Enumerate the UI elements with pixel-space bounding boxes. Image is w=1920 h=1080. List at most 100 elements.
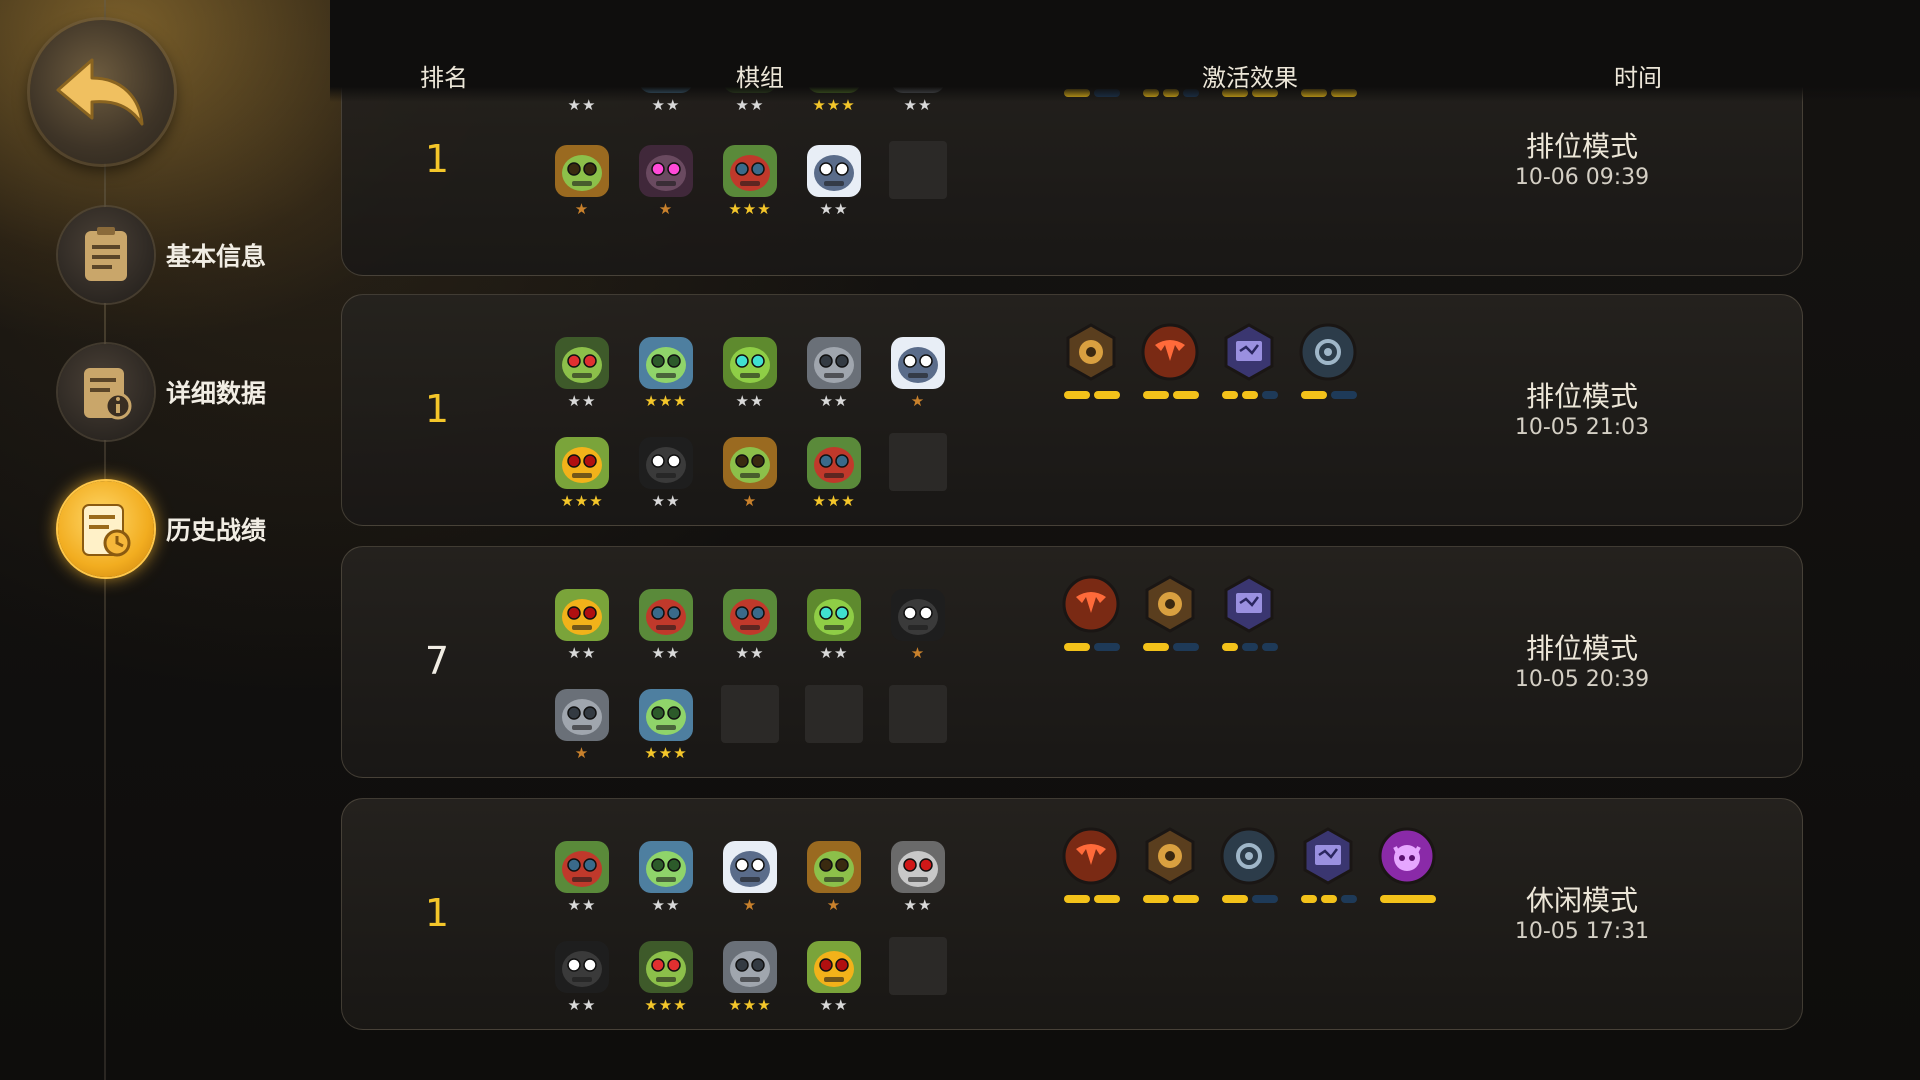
- unit-stars: ★: [742, 492, 758, 510]
- game-mode: 休闲模式: [1525, 884, 1638, 917]
- horn-emblem-icon: [1139, 321, 1201, 383]
- unit-dark-hood[interactable]: ★★: [550, 937, 614, 1027]
- synergy-badge[interactable]: [1218, 321, 1282, 401]
- unit-mech-goblin[interactable]: ★★: [550, 333, 614, 423]
- unit-goggle-goblin[interactable]: ★★: [550, 585, 614, 675]
- synergy-badge[interactable]: [1218, 573, 1282, 653]
- unit-stone-crown[interactable]: ★: [550, 685, 614, 775]
- synergy-progress: [1060, 391, 1124, 399]
- match-timestamp: 10-06 09:39: [1514, 165, 1650, 190]
- synergy-badge[interactable]: [1139, 573, 1203, 653]
- unit-fire-troll[interactable]: ★: [550, 141, 614, 231]
- blue-golem-portrait-icon: [637, 685, 695, 743]
- sidebar-item-basic-info[interactable]: 基本信息: [58, 205, 266, 305]
- synergy-progress: [1139, 895, 1203, 903]
- synergy-badge[interactable]: [1297, 321, 1361, 401]
- team-lineup: ★★ ★★ ★ ★ ★★ ★★ ★★★ ★★★ ★★: [550, 837, 970, 1017]
- match-timestamp: 10-05 17:31: [1514, 919, 1650, 944]
- unit-green-ogre[interactable]: ★★: [634, 585, 698, 675]
- goblin-emblem-icon: [1218, 825, 1280, 887]
- unit-pink-demon[interactable]: ★: [634, 141, 698, 231]
- synergy-tier-bar: [1094, 643, 1120, 651]
- unit-stars: ★: [910, 392, 926, 410]
- synergy-tier-bar: [1301, 895, 1317, 903]
- unit-stone-crown[interactable]: ★★★: [718, 937, 782, 1027]
- unit-blue-golem[interactable]: ★★★: [634, 333, 698, 423]
- synergy-tier-bar: [1173, 895, 1199, 903]
- unit-blue-golem[interactable]: ★★★: [634, 685, 698, 775]
- unit-white-hair[interactable]: ★: [718, 837, 782, 927]
- match-row[interactable]: 7 ★★ ★★ ★★ ★★ ★ ★ ★★★ 排位模式 10-05 20:39: [341, 546, 1803, 778]
- unit-horned-green[interactable]: ★★: [802, 585, 866, 675]
- unit-stars: ★★★: [644, 996, 688, 1014]
- synergy-tier-bar: [1143, 643, 1169, 651]
- empty-unit-slot: [889, 141, 947, 199]
- unit-stars: ★★★: [728, 200, 772, 218]
- unit-goggle-goblin[interactable]: ★★: [802, 937, 866, 1027]
- synergy-tier-bar: [1064, 391, 1090, 399]
- unit-goggle-goblin[interactable]: ★★★: [550, 433, 614, 523]
- sidebar-item-match-history[interactable]: 历史战绩: [58, 479, 266, 579]
- green-ogre-portrait-icon: [721, 585, 779, 643]
- unit-green-ogre[interactable]: ★★: [550, 837, 614, 927]
- unit-dark-hood[interactable]: ★: [886, 585, 950, 675]
- blue-golem-portrait-icon: [637, 837, 695, 895]
- unit-white-hair[interactable]: ★: [886, 333, 950, 423]
- synergy-badge[interactable]: [1060, 321, 1124, 401]
- unit-blue-golem[interactable]: ★★: [634, 837, 698, 927]
- synergy-tier-bar: [1341, 895, 1357, 903]
- synergy-tier-bar: [1143, 895, 1169, 903]
- game-mode: 排位模式: [1525, 130, 1638, 163]
- synergy-badge[interactable]: [1060, 825, 1124, 905]
- synergy-badge[interactable]: [1060, 573, 1124, 653]
- unit-stars: ★★★: [644, 744, 688, 762]
- unit-green-ogre[interactable]: ★★: [718, 585, 782, 675]
- synergy-badge[interactable]: [1139, 825, 1203, 905]
- unit-skull-knight[interactable]: ★★: [886, 837, 950, 927]
- horned-green-portrait-icon: [805, 585, 863, 643]
- history-clock-icon: [58, 481, 154, 577]
- unit-stone-crown[interactable]: ★★: [802, 333, 866, 423]
- empty-unit-slot: [721, 685, 779, 743]
- match-row[interactable]: 1 ★★ ★★★ ★★ ★★ ★ ★★★ ★★ ★ ★★★ 排位模式 10-05…: [341, 294, 1803, 526]
- header-time: 时间: [1614, 64, 1662, 92]
- stone-crown-portrait-icon: [805, 333, 863, 391]
- synergy-badge[interactable]: [1139, 321, 1203, 401]
- rank-value: 1: [424, 387, 450, 431]
- match-row[interactable]: 1 ★★ ★★ ★ ★ ★★ ★★ ★★★ ★★★ ★★ 休闲模式 10-05 …: [341, 798, 1803, 1030]
- synergy-progress: [1297, 391, 1361, 399]
- mech-goblin-portrait-icon: [637, 937, 695, 995]
- rank-value: 1: [424, 137, 450, 181]
- synergy-badge[interactable]: [1376, 825, 1440, 905]
- unit-stars: ★★: [819, 996, 849, 1014]
- table-header: 排名 棋组 激活效果 时间: [0, 58, 1920, 98]
- match-timestamp: 10-05 20:39: [1514, 667, 1650, 692]
- synergy-badge[interactable]: [1218, 825, 1282, 905]
- unit-fire-troll[interactable]: ★: [718, 433, 782, 523]
- unit-stars: ★★★: [728, 996, 772, 1014]
- synergy-progress: [1139, 391, 1203, 399]
- unit-mech-goblin[interactable]: ★★★: [634, 937, 698, 1027]
- green-ogre-portrait-icon: [553, 837, 611, 895]
- gear-emblem-icon: [1139, 825, 1201, 887]
- dark-hood-portrait-icon: [889, 585, 947, 643]
- unit-stars: ★★★: [812, 492, 856, 510]
- unit-white-hair[interactable]: ★★: [802, 141, 866, 231]
- unit-stars: ★★: [651, 896, 681, 914]
- fire-troll-portrait-icon: [805, 837, 863, 895]
- unit-dark-hood[interactable]: ★★: [634, 433, 698, 523]
- sidebar-item-detailed-data[interactable]: 详细数据: [58, 342, 266, 442]
- unit-stars: ★: [574, 744, 590, 762]
- unit-green-ogre[interactable]: ★★★: [718, 141, 782, 231]
- synergy-badge[interactable]: [1297, 825, 1361, 905]
- unit-green-ogre[interactable]: ★★★: [802, 433, 866, 523]
- unit-horned-green[interactable]: ★★: [718, 333, 782, 423]
- unit-fire-troll[interactable]: ★: [802, 837, 866, 927]
- white-hair-portrait-icon: [805, 141, 863, 199]
- green-ogre-portrait-icon: [721, 141, 779, 199]
- mech-goblin-portrait-icon: [553, 333, 611, 391]
- pink-demon-portrait-icon: [637, 141, 695, 199]
- unit-stars: ★★: [819, 392, 849, 410]
- match-timestamp: 10-05 21:03: [1514, 415, 1650, 440]
- team-lineup: ★★ ★★ ★★ ★★ ★ ★ ★★★: [550, 585, 970, 765]
